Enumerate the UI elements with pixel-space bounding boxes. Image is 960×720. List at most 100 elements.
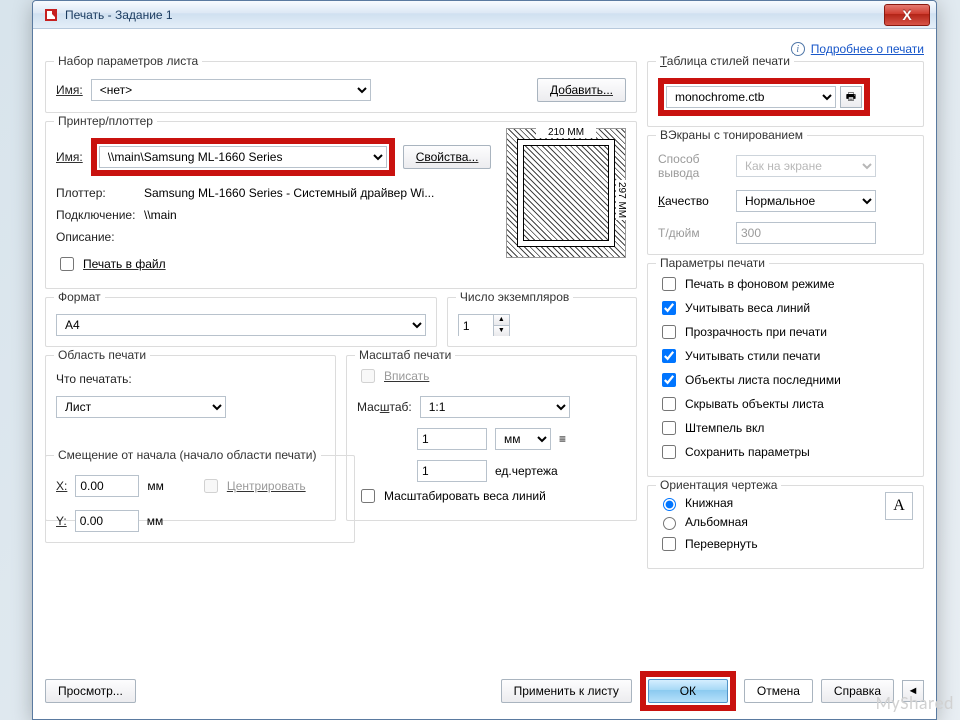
group-title: Формат: [54, 290, 105, 304]
fit-label: Вписать: [384, 369, 429, 383]
shade-mode-label: Способ вывода: [658, 152, 728, 180]
titlebar[interactable]: Печать - Задание 1 X: [33, 1, 936, 29]
style-table-select[interactable]: monochrome.ctb: [666, 86, 836, 108]
expand-button[interactable]: ◄: [902, 680, 924, 702]
y-input[interactable]: [75, 510, 139, 532]
spin-up[interactable]: ▲: [493, 315, 509, 325]
group-format: Формат A4: [45, 297, 437, 347]
app-icon: [43, 7, 59, 23]
paper-width: 210 MM: [536, 127, 596, 138]
group-orientation: Ориентация чертежа Книжная Альбомная Пер…: [647, 485, 924, 569]
group-offset: Смещение от начала (начало области печат…: [45, 455, 355, 543]
pageset-name-select[interactable]: <нет>: [91, 79, 371, 101]
x-input[interactable]: [75, 475, 139, 497]
plotter-label: Плоттер:: [56, 186, 144, 200]
window-title: Печать - Задание 1: [65, 8, 884, 22]
print-dialog: Печать - Задание 1 X i Подробнее о печат…: [32, 0, 937, 720]
group-style-table: Таблица стилей печати monochrome.ctb 🖶: [647, 61, 924, 127]
group-options: Параметры печати Печать в фоновом режиме…: [647, 263, 924, 477]
group-shaded: ВЭкраны с тонированием Способ выводаКак …: [647, 135, 924, 255]
dialog-footer: Просмотр... Применить к листу ОК Отмена …: [45, 671, 924, 711]
scale-den-input[interactable]: [417, 460, 487, 482]
print-to-file-label: Печать в файл: [83, 257, 166, 271]
group-title: Параметры печати: [656, 256, 769, 270]
y-unit: мм: [147, 514, 164, 528]
paper-preview: 210 MM 297 MM: [506, 128, 626, 258]
highlight-printer: \\main\Samsung ML-1660 Series: [91, 138, 395, 176]
printer-name-label: Имя:: [56, 150, 83, 164]
scale-num-input[interactable]: [417, 428, 487, 450]
group-copies: Число экземпляров ▲▼: [447, 297, 637, 347]
ok-button[interactable]: ОК: [648, 679, 728, 703]
orient-upside[interactable]: [662, 537, 676, 551]
equals-icon: ≡: [559, 432, 566, 446]
what-print-label: Что печатать:: [56, 372, 132, 386]
center-label: Центрировать: [227, 479, 306, 493]
paper-height: 297 MM: [616, 180, 627, 220]
group-title: ВЭкраны с тонированием: [656, 128, 807, 142]
opt-save[interactable]: [662, 445, 676, 459]
scale-den-unit: ед.чертежа: [495, 464, 558, 478]
where-label: Подключение:: [56, 208, 144, 222]
group-printer: Принтер/плоттер Имя: \\main\Samsung ML-1…: [45, 121, 637, 289]
highlight-style: monochrome.ctb 🖶: [658, 78, 870, 116]
opt-hide[interactable]: [662, 397, 676, 411]
printer-props-button[interactable]: Свойства...: [403, 145, 492, 169]
scale-lw-checkbox[interactable]: [361, 489, 375, 503]
pageset-add-button[interactable]: Добавить...: [537, 78, 626, 102]
orientation-preview-icon: A: [885, 492, 913, 520]
learn-more-link[interactable]: Подробнее о печати: [811, 42, 924, 56]
opt-bg[interactable]: [662, 277, 676, 291]
y-label: Y:: [56, 514, 67, 528]
dpi-input: [736, 222, 876, 244]
paper-format-select[interactable]: A4: [56, 314, 426, 336]
scale-select[interactable]: 1:1: [420, 396, 570, 418]
orient-landscape[interactable]: [663, 517, 676, 530]
opt-lw[interactable]: [662, 301, 676, 315]
group-title: Таблица стилей печати: [656, 54, 794, 68]
opt-styles[interactable]: [662, 349, 676, 363]
group-title: Ориентация чертежа: [656, 478, 781, 492]
quality-label: Качество: [658, 194, 728, 208]
desc-label: Описание:: [56, 230, 144, 244]
apply-button[interactable]: Применить к листу: [501, 679, 632, 703]
group-scale: Масштаб печати Вписать Масштаб: 1:1 мм ≡: [346, 355, 637, 521]
desc-value: [144, 230, 496, 244]
group-page-setup: Набор параметров листа Имя: <нет> Добави…: [45, 61, 637, 113]
orient-portrait[interactable]: [663, 498, 676, 511]
pageset-name-label: Имя:: [56, 83, 83, 97]
x-label: X:: [56, 479, 67, 493]
scale-lw-label: Масштабировать веса линий: [384, 489, 546, 503]
center-checkbox: [204, 479, 218, 493]
group-title: Набор параметров листа: [54, 54, 202, 68]
shade-mode-select: Как на экране: [736, 155, 876, 177]
quality-select[interactable]: Нормальное: [736, 190, 876, 212]
opt-paperspace[interactable]: [662, 373, 676, 387]
printer-name-select[interactable]: \\main\Samsung ML-1660 Series: [99, 146, 387, 168]
spin-down[interactable]: ▼: [493, 325, 509, 336]
group-title: Масштаб печати: [355, 348, 455, 362]
scale-label: Масштаб:: [357, 400, 412, 414]
dpi-label: Т/дюйм: [658, 226, 728, 240]
plotter-value: Samsung ML-1660 Series - Системный драйв…: [144, 186, 496, 200]
group-title: Смещение от начала (начало области печат…: [54, 448, 321, 462]
group-title: Область печати: [54, 348, 150, 362]
opt-stamp[interactable]: [662, 421, 676, 435]
scale-unit-select[interactable]: мм: [495, 428, 551, 450]
copies-input[interactable]: [459, 315, 493, 337]
group-title: Принтер/плоттер: [54, 114, 157, 128]
preview-button[interactable]: Просмотр...: [45, 679, 136, 703]
where-value: \\main: [144, 208, 496, 222]
help-button[interactable]: Справка: [821, 679, 894, 703]
close-button[interactable]: X: [884, 4, 930, 26]
x-unit: мм: [147, 479, 164, 493]
highlight-ok: ОК: [640, 671, 736, 711]
cancel-button[interactable]: Отмена: [744, 679, 813, 703]
fit-checkbox: [361, 369, 375, 383]
opt-transp[interactable]: [662, 325, 676, 339]
what-print-select[interactable]: Лист: [56, 396, 226, 418]
copies-spin[interactable]: ▲▼: [458, 314, 510, 336]
group-title: Число экземпляров: [456, 290, 573, 304]
style-edit-button[interactable]: 🖶: [840, 86, 862, 108]
print-to-file-checkbox[interactable]: [60, 257, 74, 271]
